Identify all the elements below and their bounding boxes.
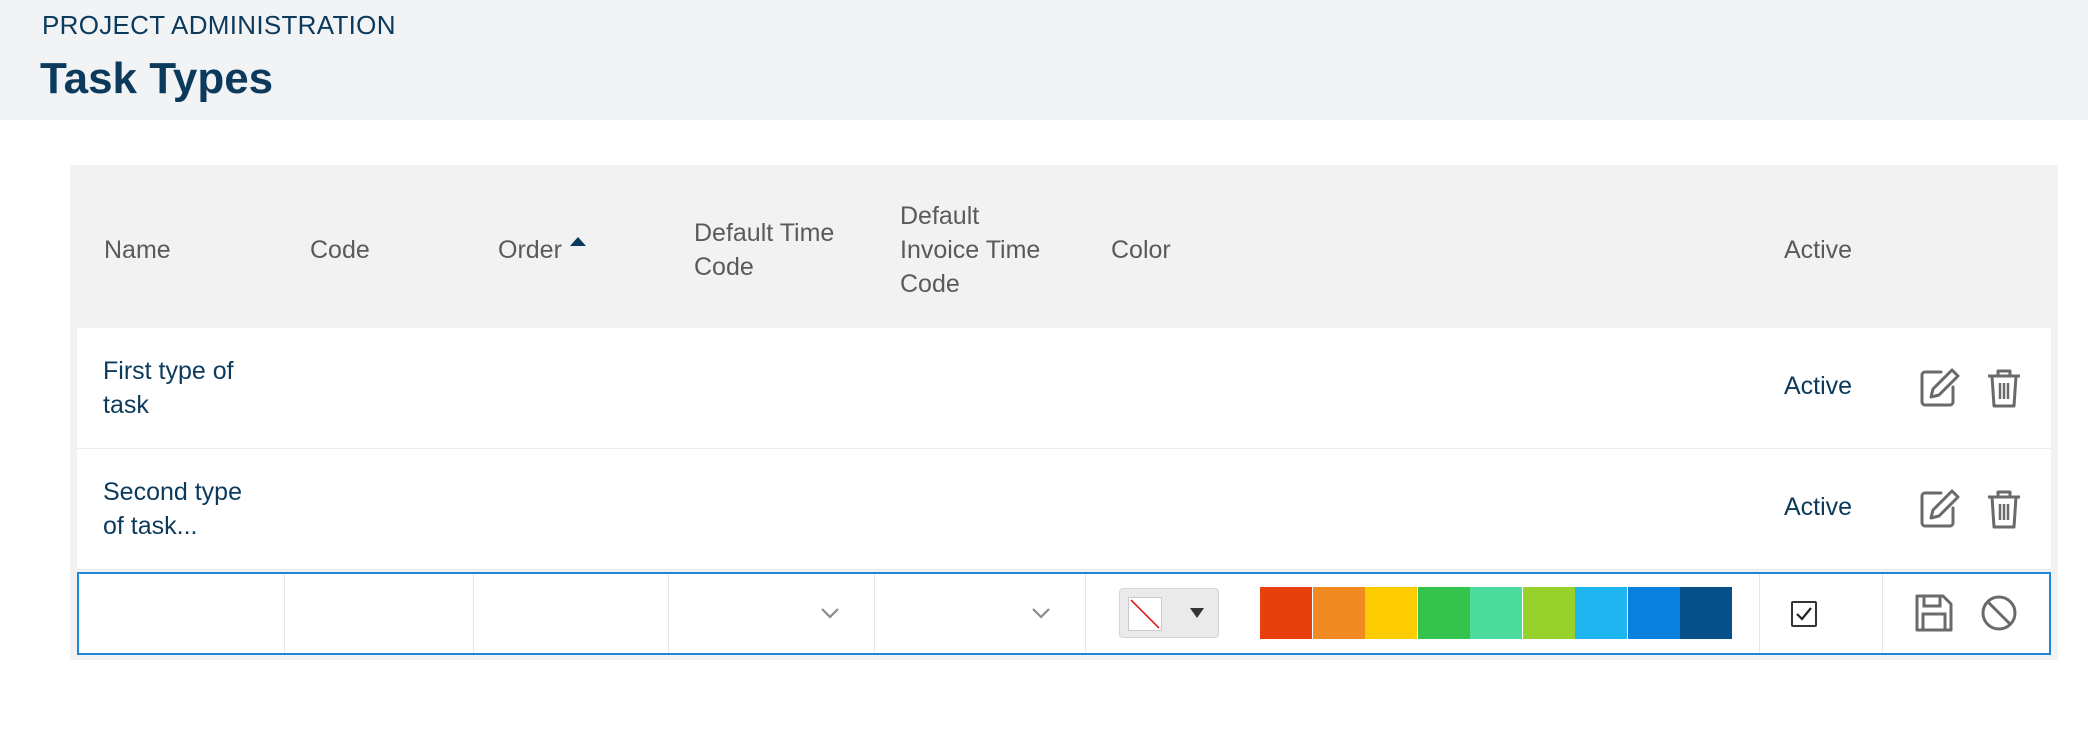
column-header-color[interactable]: Color xyxy=(1111,233,1171,267)
column-divider xyxy=(1759,574,1760,653)
column-header-line: Invoice Time xyxy=(900,236,1041,264)
color-swatch[interactable] xyxy=(1312,587,1365,639)
chevron-down-icon xyxy=(821,608,839,619)
column-header-active[interactable]: Active xyxy=(1784,233,1852,267)
column-header-code[interactable]: Code xyxy=(310,233,370,267)
edit-icon[interactable] xyxy=(1917,487,1961,531)
column-header-order-label: Order xyxy=(498,236,562,264)
column-header-line: Code xyxy=(694,253,754,281)
sort-ascending-icon xyxy=(569,236,586,246)
column-header-line: Default Time xyxy=(694,219,835,247)
default-invoice-time-code-select[interactable] xyxy=(875,574,1085,653)
caret-down-icon xyxy=(1190,608,1204,618)
page-title: Task Types xyxy=(40,54,274,103)
cancel-icon[interactable] xyxy=(1977,591,2021,635)
table-row[interactable]: Second type of task... Active xyxy=(77,449,2051,570)
table-row[interactable]: First type of task Active xyxy=(77,328,2051,449)
column-divider xyxy=(1882,574,1883,653)
color-palette xyxy=(1260,587,1733,639)
edit-icon[interactable] xyxy=(1917,366,1961,410)
color-swatch[interactable] xyxy=(1680,587,1732,639)
page-header: PROJECT ADMINISTRATION Task Types xyxy=(0,0,2088,120)
color-swatch[interactable] xyxy=(1627,587,1680,639)
column-header-default-time-code[interactable]: Default Time Code xyxy=(694,216,834,284)
task-type-name[interactable]: First type of task xyxy=(103,354,234,422)
active-status: Active xyxy=(1784,372,1853,400)
new-task-type-row xyxy=(77,572,2051,655)
name-input[interactable] xyxy=(79,574,284,653)
task-type-name-line: task xyxy=(103,391,149,419)
breadcrumb[interactable]: PROJECT ADMINISTRATION xyxy=(42,10,396,41)
column-header-order[interactable]: Order xyxy=(498,233,586,267)
color-dropdown[interactable] xyxy=(1119,588,1219,638)
column-header-name[interactable]: Name xyxy=(104,233,171,267)
task-type-name-line: Second type xyxy=(103,478,242,506)
color-swatch[interactable] xyxy=(1417,587,1470,639)
column-header-line: Code xyxy=(900,270,960,298)
column-divider xyxy=(1085,574,1086,653)
trash-icon[interactable] xyxy=(1982,366,2026,410)
active-status: Active xyxy=(1784,493,1853,521)
task-type-name-line: of task... xyxy=(103,512,198,540)
column-header-default-invoice-time-code[interactable]: Default Invoice Time Code xyxy=(900,199,1040,301)
color-swatch[interactable] xyxy=(1575,587,1627,639)
no-color-swatch-icon xyxy=(1128,597,1162,631)
trash-icon[interactable] xyxy=(1982,487,2026,531)
code-input[interactable] xyxy=(285,574,473,653)
task-type-name[interactable]: Second type of task... xyxy=(103,475,242,543)
color-swatch[interactable] xyxy=(1522,587,1575,639)
color-swatch[interactable] xyxy=(1260,587,1312,639)
color-swatch[interactable] xyxy=(1365,587,1417,639)
color-swatch[interactable] xyxy=(1470,587,1522,639)
task-type-name-line: First type of xyxy=(103,357,234,385)
save-icon[interactable] xyxy=(1912,591,1956,635)
order-input[interactable] xyxy=(474,574,668,653)
task-types-table: Name Code Order Default Time Code Defaul… xyxy=(70,165,2058,660)
active-checkbox[interactable] xyxy=(1791,601,1817,627)
chevron-down-icon xyxy=(1032,608,1050,619)
column-header-line: Default xyxy=(900,202,980,230)
default-time-code-select[interactable] xyxy=(669,574,874,653)
table-header: Name Code Order Default Time Code Defaul… xyxy=(70,165,2058,328)
